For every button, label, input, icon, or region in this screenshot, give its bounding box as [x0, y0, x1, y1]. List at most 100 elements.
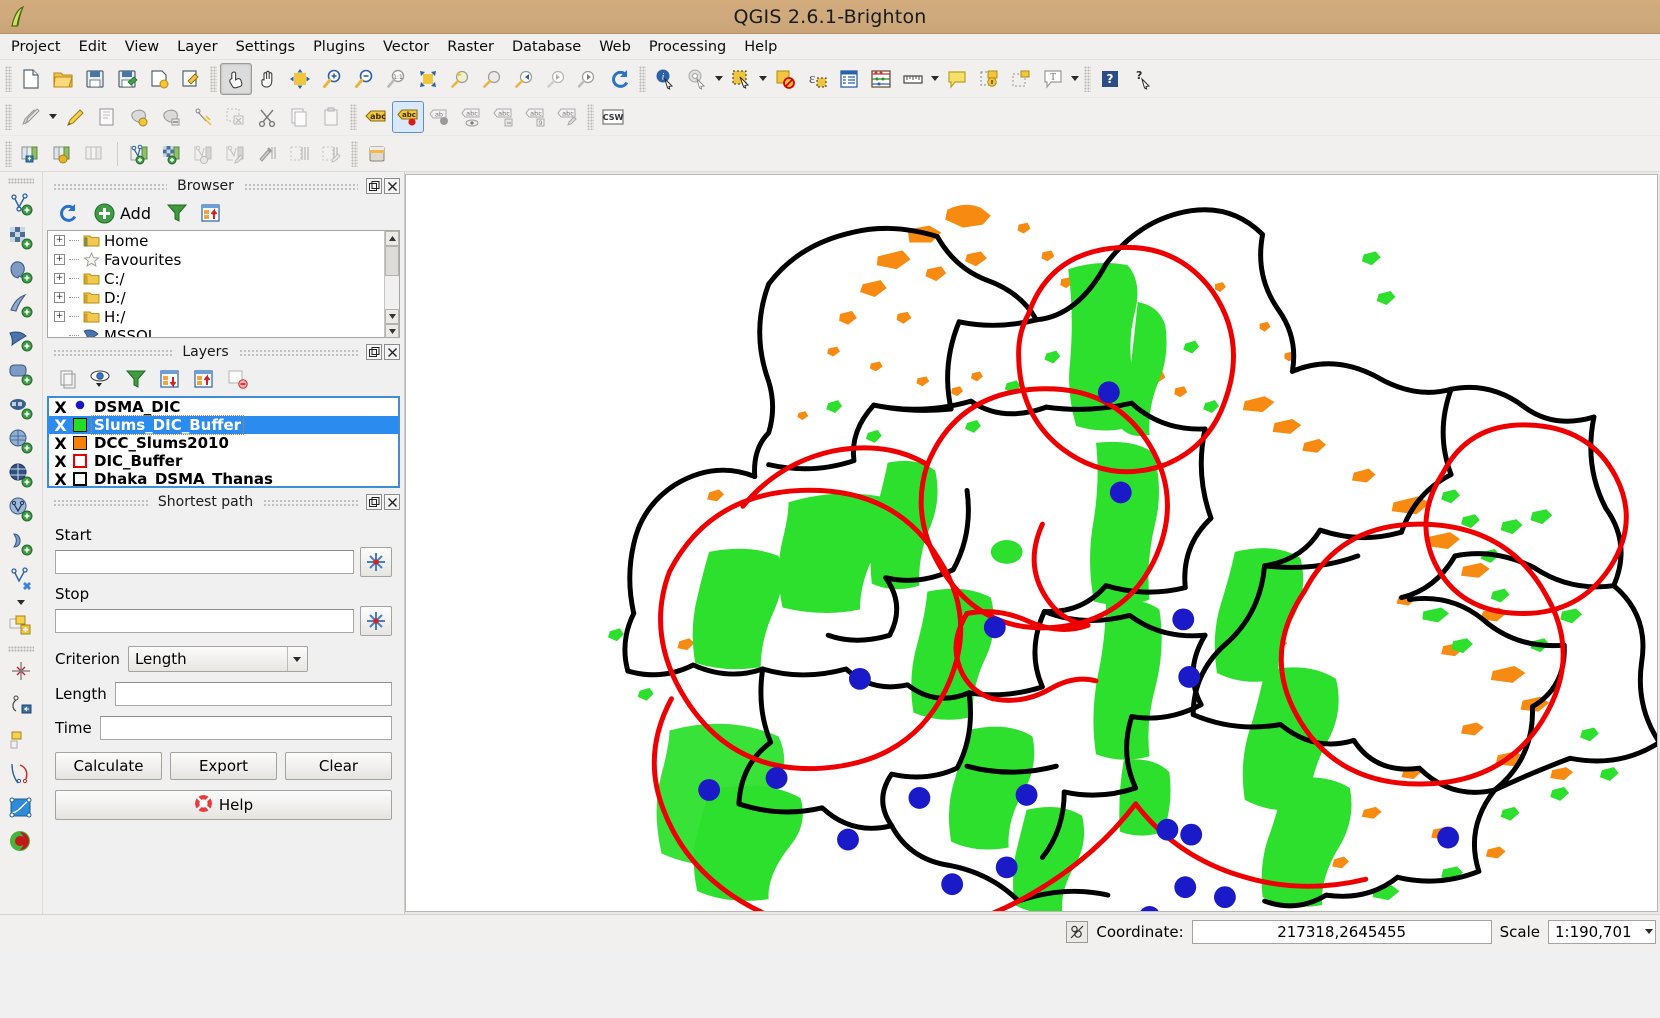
scroll-down-arrow-2[interactable] — [385, 324, 399, 337]
start-pick-point-icon[interactable] — [360, 547, 392, 577]
deselect-features-icon[interactable] — [769, 63, 801, 95]
menu-help[interactable]: Help — [735, 37, 786, 57]
panel-drag-handle[interactable] — [53, 498, 148, 506]
save-project-icon[interactable] — [79, 63, 111, 95]
add-wfs-layer-icon[interactable] — [3, 493, 39, 527]
chevron-down-icon[interactable] — [15, 595, 27, 609]
snapping-options-icon[interactable] — [3, 655, 39, 689]
db-manager-icon[interactable] — [79, 138, 111, 170]
current-edits-icon[interactable] — [15, 101, 47, 133]
node-tool-icon[interactable] — [187, 101, 219, 133]
browser-tree[interactable]: + Home + Favourites + C:/ + D:/ + H:/ MS… — [47, 230, 400, 338]
rotate-label-icon[interactable]: abc — [488, 101, 520, 133]
layer-checkbox[interactable]: X — [53, 470, 68, 487]
run-feature-action-icon[interactable] — [681, 63, 713, 95]
chevron-down-icon[interactable] — [1069, 63, 1081, 95]
browser-item-d-drive[interactable]: + D:/ — [48, 288, 399, 307]
refresh-icon[interactable] — [53, 199, 83, 227]
expand-icon[interactable]: + — [54, 235, 65, 246]
layers-list[interactable]: X DSMA_DIC X Slums_DIC_Buffer X DCC_Slum… — [47, 396, 400, 488]
label-layer-icon[interactable]: abc — [360, 101, 392, 133]
layer-row-dcc-slums2010[interactable]: X DCC_Slums2010 — [49, 434, 398, 453]
collapse-all-icon[interactable] — [196, 199, 226, 227]
whats-this-icon[interactable]: ? — [1126, 63, 1158, 95]
layer-checkbox[interactable]: X — [53, 434, 68, 453]
stop-input[interactable] — [55, 609, 354, 633]
manage-visibility-icon[interactable] — [87, 365, 117, 393]
zoom-full-icon[interactable] — [412, 63, 444, 95]
browser-item-favourites[interactable]: + Favourites — [48, 250, 399, 269]
criterion-select[interactable]: Length — [127, 646, 308, 672]
scroll-up-arrow[interactable] — [385, 231, 399, 246]
toolbar-grip[interactable] — [210, 65, 217, 92]
pan-to-selection-icon[interactable] — [284, 63, 316, 95]
refresh-icon[interactable] — [604, 63, 636, 95]
toolbar-grip[interactable] — [5, 140, 12, 167]
measure-line-icon[interactable] — [897, 63, 929, 95]
show-hide-labels-icon[interactable]: ab — [424, 101, 456, 133]
pin-labels-icon[interactable]: abc — [392, 100, 424, 133]
menu-project[interactable]: Project — [2, 37, 70, 57]
menu-layer[interactable]: Layer — [168, 37, 226, 57]
menu-edit[interactable]: Edit — [70, 37, 116, 57]
browser-item-h-drive[interactable]: + H:/ — [48, 307, 399, 326]
layer-row-dhaka-dsma-thanas[interactable]: X Dhaka_DSMA_Thanas — [49, 470, 398, 487]
toggle-editing-icon[interactable] — [59, 101, 91, 133]
delete-selected-icon[interactable] — [219, 101, 251, 133]
new-network-layer-icon[interactable] — [124, 138, 156, 170]
toolbar-grip[interactable] — [8, 178, 34, 184]
zoom-out-icon[interactable] — [348, 63, 380, 95]
move-feature-icon[interactable] — [155, 101, 187, 133]
identify-touch-icon[interactable] — [220, 62, 252, 95]
calculate-button[interactable]: Calculate — [55, 752, 162, 780]
open-project-icon[interactable] — [47, 63, 79, 95]
show-bookmarks-icon[interactable] — [1005, 63, 1037, 95]
menu-plugins[interactable]: Plugins — [304, 37, 374, 57]
expand-icon[interactable]: + — [54, 292, 65, 303]
layers-close-button[interactable] — [384, 344, 401, 360]
toolbar-grip[interactable] — [5, 103, 12, 130]
browser-add-button[interactable]: Add — [87, 200, 158, 227]
toolbar-grip[interactable] — [5, 65, 12, 92]
shortest-path-close-button[interactable] — [384, 494, 400, 510]
help-contents-icon[interactable]: ? — [1094, 63, 1126, 95]
zoom-next-icon[interactable] — [540, 63, 572, 95]
select-features-icon[interactable] — [725, 63, 757, 95]
menu-view[interactable]: View — [116, 37, 168, 57]
help-button[interactable]: Help — [55, 790, 392, 820]
toolbar-grip[interactable] — [350, 103, 357, 130]
change-label-icon[interactable]: abc 9 — [520, 101, 552, 133]
scale-combo[interactable]: 1:190,701 — [1548, 919, 1656, 944]
toolbar-grip[interactable] — [8, 646, 34, 652]
identify-features-icon[interactable]: i — [649, 63, 681, 95]
layers-undock-button[interactable] — [366, 344, 383, 360]
export-button[interactable]: Export — [170, 752, 277, 780]
layer-styling-icon[interactable] — [53, 365, 83, 393]
add-raster-layer-icon[interactable] — [3, 221, 39, 255]
cut-features-icon[interactable] — [251, 101, 283, 133]
add-delimited-text-layer-icon[interactable] — [3, 527, 39, 561]
shortest-path-undock-button[interactable] — [366, 494, 382, 510]
zoom-in-icon[interactable] — [316, 63, 348, 95]
menu-vector[interactable]: Vector — [374, 37, 438, 57]
map-tips-icon[interactable] — [941, 63, 973, 95]
network-edit-icon[interactable] — [220, 138, 252, 170]
new-vector-layer-icon[interactable] — [3, 561, 39, 595]
chevron-down-icon[interactable] — [929, 63, 941, 95]
chevron-down-icon[interactable] — [286, 647, 307, 671]
add-wms-layer-icon[interactable] — [3, 425, 39, 459]
add-raster-network-icon[interactable] — [156, 138, 188, 170]
new-memory-layer-icon[interactable] — [3, 609, 39, 643]
coordinate-value[interactable]: 217318,2645455 — [1191, 919, 1492, 944]
menu-settings[interactable]: Settings — [227, 37, 304, 57]
toolbar-grip[interactable] — [1084, 65, 1091, 92]
text-annotation-icon[interactable]: T — [1037, 63, 1069, 95]
menu-processing[interactable]: Processing — [640, 37, 735, 57]
style-label-icon[interactable]: abc — [552, 101, 584, 133]
browser-undock-button[interactable] — [366, 178, 383, 194]
clear-button[interactable]: Clear — [285, 752, 392, 780]
add-feature-icon[interactable] — [123, 101, 155, 133]
new-project-icon[interactable] — [15, 63, 47, 95]
layer-row-dic-buffer[interactable]: X DIC_Buffer — [49, 452, 398, 471]
toolbar-grip[interactable] — [351, 140, 358, 167]
